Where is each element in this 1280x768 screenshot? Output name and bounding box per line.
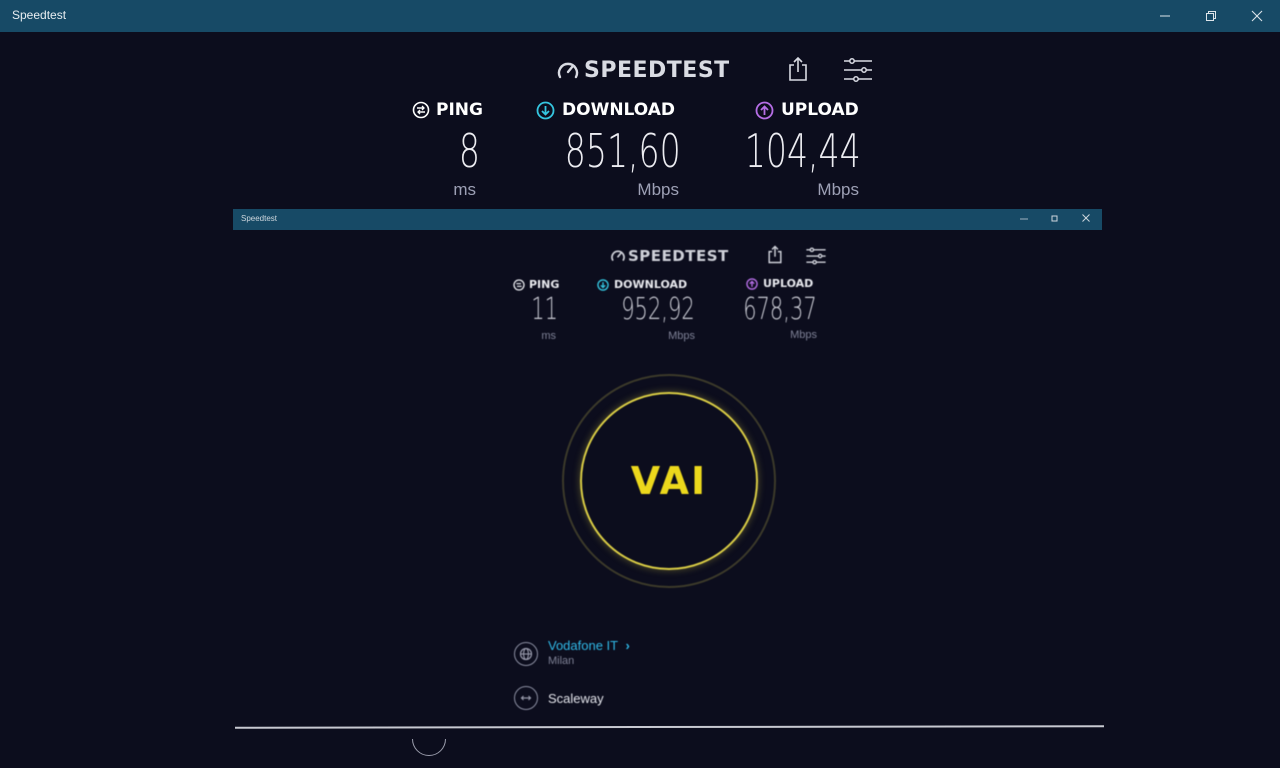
inner-upload-label: UPLOAD <box>763 277 814 290</box>
inner-settings-sliders-icon <box>806 247 826 265</box>
inner-download-unit: Mbps <box>668 330 695 342</box>
inner-title-bar: Speedtest <box>233 209 1102 230</box>
ping-unit: ms <box>453 180 476 199</box>
settings-sliders-icon <box>844 58 872 82</box>
restore-icon <box>1206 11 1216 21</box>
inner-upload-arrow-icon <box>746 277 758 290</box>
inner-minimize-icon <box>1020 218 1028 220</box>
inner-close-icon <box>1082 214 1090 222</box>
ping-icon <box>412 101 430 119</box>
close-button[interactable] <box>1234 0 1280 32</box>
ping-label: PING <box>436 100 483 120</box>
isp-name: Vodafone IT <box>548 638 618 653</box>
go-button[interactable]: VAI <box>580 392 758 570</box>
inner-ping-value: 11 <box>531 292 558 327</box>
download-metric: DOWNLOAD <box>536 100 696 120</box>
inner-ping-label-row: PING <box>513 278 559 291</box>
divider-line <box>234 725 1105 729</box>
isp-name-row[interactable]: Vodafone IT › <box>548 638 630 653</box>
inner-download-arrow-icon <box>597 278 609 291</box>
download-arrow-icon <box>536 101 555 119</box>
inner-ping-label: PING <box>529 278 560 291</box>
inner-upload-label-row: UPLOAD <box>746 277 813 290</box>
minimize-icon <box>1160 15 1170 17</box>
server-name: Scaleway <box>548 691 604 706</box>
share-button[interactable] <box>784 54 812 84</box>
inner-share-icon <box>768 245 782 264</box>
download-unit: Mbps <box>637 180 679 199</box>
upload-label-row: UPLOAD <box>755 100 895 120</box>
inner-download-value: 952,92 <box>621 292 695 327</box>
upload-value: 104,44 <box>744 124 861 178</box>
chevron-right-icon: › <box>625 638 630 653</box>
inner-upload-unit: Mbps <box>790 329 817 341</box>
download-label-row: DOWNLOAD <box>536 100 696 120</box>
title-bar: Speedtest <box>0 0 1280 32</box>
close-icon <box>1251 10 1263 22</box>
download-label: DOWNLOAD <box>562 100 676 120</box>
inner-speedtest-logo: SPEEDTEST <box>610 247 729 265</box>
inner-logo-text: SPEEDTEST <box>628 247 729 265</box>
inner-speedometer-icon <box>611 250 625 261</box>
ping-metric: PING <box>412 100 492 120</box>
isp-icon-wrap <box>514 642 538 666</box>
download-value: 851,60 <box>564 124 681 178</box>
share-icon <box>789 56 807 81</box>
isp-row[interactable]: Vodafone IT › Milan <box>514 638 630 667</box>
upload-unit: Mbps <box>817 180 859 199</box>
server-row[interactable]: Scaleway <box>514 686 604 710</box>
restore-button[interactable] <box>1188 0 1234 32</box>
upload-label: UPLOAD <box>781 100 859 120</box>
settings-button[interactable] <box>840 56 876 84</box>
speedtest-logo: SPEEDTEST <box>556 58 730 83</box>
inner-ping-unit: ms <box>541 330 556 342</box>
upload-arrow-icon <box>755 101 774 119</box>
inner-download-label: DOWNLOAD <box>614 278 688 291</box>
inner-restore-icon <box>1051 215 1058 222</box>
minimize-button[interactable] <box>1142 0 1188 32</box>
isp-location: Milan <box>548 655 575 667</box>
speedometer-icon <box>557 62 579 78</box>
inner-window-title: Speedtest <box>241 214 278 223</box>
ping-label-row: PING <box>412 100 492 120</box>
go-button-label: VAI <box>630 459 708 503</box>
ping-value: 8 <box>458 124 480 178</box>
inner-download-label-row: DOWNLOAD <box>597 278 687 291</box>
window-title: Speedtest <box>12 8 67 22</box>
server-icon-wrap <box>514 686 538 710</box>
inner-ping-icon <box>513 278 525 291</box>
upload-metric: UPLOAD <box>755 100 895 120</box>
server-arrows-icon <box>520 695 532 701</box>
inner-upload-value: 678,37 <box>743 292 817 327</box>
globe-icon <box>519 647 533 661</box>
logo-text: SPEEDTEST <box>584 58 730 83</box>
